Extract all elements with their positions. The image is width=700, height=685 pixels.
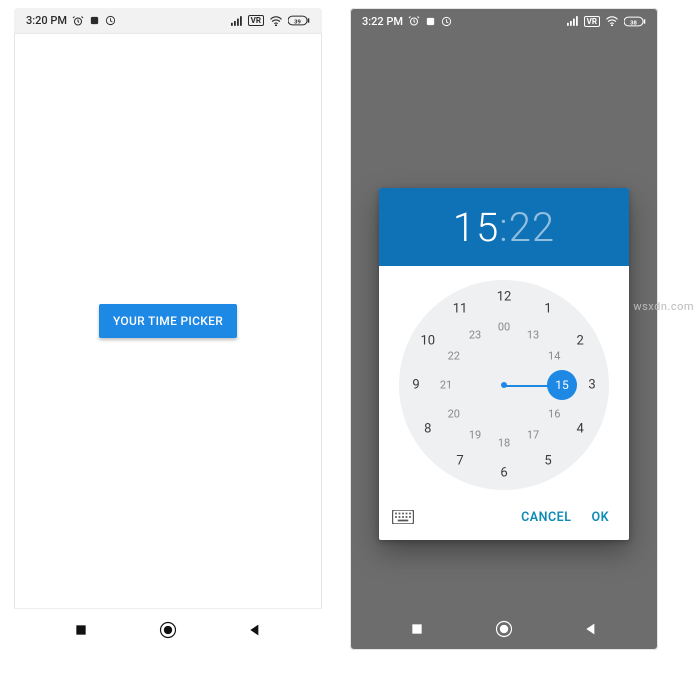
status-time: 3:22 PM: [362, 15, 403, 28]
cancel-button[interactable]: CANCEL: [511, 502, 581, 533]
clock-hour-inner[interactable]: 17: [521, 429, 545, 442]
time-display: 15:22: [379, 188, 629, 266]
clock-hour-inner[interactable]: 23: [463, 328, 487, 341]
time-hour[interactable]: 15: [453, 204, 499, 251]
sync-icon: [89, 15, 100, 26]
svg-text:39: 39: [294, 19, 301, 25]
clock-hour-outer[interactable]: 7: [448, 454, 472, 469]
battery-icon: 39: [288, 15, 310, 26]
nav-recents-button[interactable]: [397, 609, 437, 649]
clock-hour-inner[interactable]: 14: [542, 350, 566, 363]
clock-hour-outer[interactable]: 5: [536, 454, 560, 469]
status-time: 3:20 PM: [26, 14, 67, 27]
clock-hour-outer[interactable]: 11: [448, 301, 472, 316]
signal-icon: [231, 16, 243, 26]
alarm-icon: [408, 15, 420, 27]
network-lte-icon: VR: [248, 15, 264, 26]
clock-selected-knob[interactable]: 15: [547, 370, 577, 400]
network-lte-icon: VR: [584, 16, 600, 27]
battery-icon: 38: [624, 16, 646, 27]
nav-home-button[interactable]: [148, 610, 188, 650]
screen-content: YOUR TIME PICKER: [14, 34, 322, 608]
dialog-actions: CANCEL OK: [379, 494, 629, 540]
clock-hour-outer[interactable]: 1: [536, 301, 560, 316]
clock-hour-inner[interactable]: 20: [442, 408, 466, 421]
status-bar: 3:20 PM VR 39: [14, 8, 322, 34]
clock-center-dot: [501, 382, 507, 388]
clock-hour-outer[interactable]: 4: [568, 422, 592, 437]
nav-bar: [14, 608, 322, 650]
clock-hour-outer[interactable]: 2: [568, 334, 592, 349]
ok-button[interactable]: OK: [581, 502, 619, 533]
clock-hour-inner[interactable]: 22: [442, 350, 466, 363]
clock-face[interactable]: 15 1200113214315416517618719820921102211…: [399, 280, 609, 490]
watermark-text: wsxdn.com: [633, 300, 694, 313]
clock-hour-outer[interactable]: 10: [416, 334, 440, 349]
status-bar: 3:22 PM VR 38: [350, 8, 658, 34]
time-separator: :: [499, 204, 508, 251]
clock-hour-outer[interactable]: 9: [404, 378, 428, 393]
clock-hour-inner[interactable]: 00: [492, 321, 516, 334]
nav-recents-button[interactable]: [61, 610, 101, 650]
time-minute[interactable]: 22: [509, 204, 555, 251]
nav-home-button[interactable]: [484, 609, 524, 649]
time-picker-dialog: 15:22 15 1200113214315416517618719820921…: [379, 188, 629, 540]
keyboard-toggle-icon[interactable]: [389, 506, 417, 528]
wifi-icon: [605, 16, 619, 26]
sync-icon: [425, 16, 436, 27]
debug-icon: [441, 16, 452, 27]
clock-hour-outer[interactable]: 6: [492, 466, 516, 481]
debug-icon: [105, 15, 116, 26]
nav-back-button[interactable]: [571, 609, 611, 649]
clock-hour-inner[interactable]: 16: [542, 408, 566, 421]
clock-hour-inner[interactable]: 13: [521, 328, 545, 341]
phone-screen-right: 3:22 PM VR 38: [350, 8, 658, 650]
wifi-icon: [269, 16, 283, 26]
nav-bar: [350, 608, 658, 650]
clock-hour-inner[interactable]: 18: [492, 437, 516, 450]
open-time-picker-button[interactable]: YOUR TIME PICKER: [99, 304, 237, 338]
alarm-icon: [72, 15, 84, 27]
phone-screen-left: 3:20 PM VR 39: [14, 8, 322, 650]
clock-hour-outer[interactable]: 8: [416, 422, 440, 437]
nav-back-button[interactable]: [235, 610, 275, 650]
signal-icon: [567, 16, 579, 26]
clock-hour-inner[interactable]: 19: [463, 429, 487, 442]
svg-text:38: 38: [630, 20, 637, 26]
clock-hour-outer[interactable]: 12: [492, 290, 516, 305]
clock-hour-outer[interactable]: 3: [580, 378, 604, 393]
clock-hour-inner[interactable]: 21: [434, 379, 458, 392]
